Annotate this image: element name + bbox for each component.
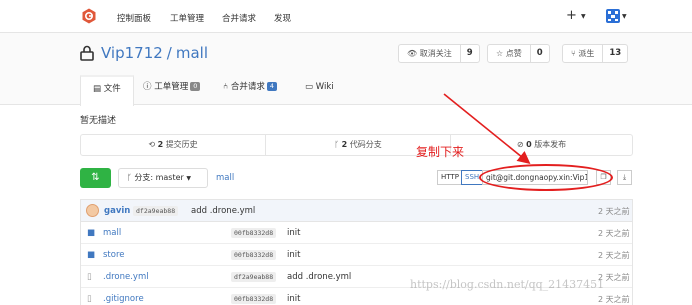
file-commit-sha[interactable]: 00fb8332d8 bbox=[231, 294, 277, 304]
annotation-ellipse bbox=[479, 164, 613, 191]
branch-icon: ᚴ bbox=[127, 173, 132, 182]
avatar bbox=[86, 204, 99, 217]
breadcrumb[interactable]: mall bbox=[216, 173, 234, 183]
chevron-down-icon: ▼ bbox=[186, 175, 191, 182]
file-commit-message: init bbox=[287, 294, 301, 304]
download-icon[interactable]: ⤓ bbox=[617, 170, 632, 185]
file-name[interactable]: .gitignore bbox=[103, 294, 144, 304]
file-icon: ▯ bbox=[87, 272, 92, 282]
file-commit-message: init bbox=[287, 228, 301, 238]
folder-icon: ■ bbox=[87, 228, 96, 238]
latest-commit-row: gavin df2a9eab88 add .drone.yml 2 天之前 bbox=[81, 200, 632, 222]
file-icon: ▯ bbox=[87, 294, 92, 304]
http-toggle[interactable]: HTTP bbox=[437, 170, 463, 185]
branch-label: 分支: master bbox=[134, 173, 184, 182]
commit-sha[interactable]: df2a9eab88 bbox=[133, 206, 179, 216]
file-commit-sha[interactable]: 00fb8332d8 bbox=[231, 250, 277, 260]
new-file-button[interactable]: ⇅ bbox=[80, 168, 111, 188]
file-time: 2 天之前 bbox=[598, 229, 630, 238]
table-row: ■ mall 00fb8332d8 init 2 天之前 bbox=[81, 222, 632, 244]
file-commit-sha[interactable]: df2a9eab88 bbox=[231, 272, 277, 282]
watermark: https://blog.csdn.net/qq_21437451 bbox=[410, 278, 605, 291]
commit-time: 2 天之前 bbox=[598, 207, 630, 216]
file-time: 2 天之前 bbox=[598, 251, 630, 260]
file-name[interactable]: mall bbox=[103, 228, 121, 238]
sync-icon: ⇅ bbox=[91, 172, 100, 183]
file-time: 2 天之前 bbox=[598, 295, 630, 304]
file-commit-sha[interactable]: 00fb8332d8 bbox=[231, 228, 277, 238]
file-name[interactable]: .drone.yml bbox=[103, 272, 149, 282]
commit-author[interactable]: gavin bbox=[104, 206, 130, 216]
file-commit-message: init bbox=[287, 250, 301, 260]
commit-message: add .drone.yml bbox=[191, 206, 256, 216]
branch-dropdown[interactable]: ᚴ 分支: master ▼ bbox=[118, 168, 208, 188]
folder-icon: ■ bbox=[87, 250, 96, 260]
table-row: ■ store 00fb8332d8 init 2 天之前 bbox=[81, 244, 632, 266]
file-name[interactable]: store bbox=[103, 250, 125, 260]
file-commit-message: add .drone.yml bbox=[287, 272, 352, 282]
